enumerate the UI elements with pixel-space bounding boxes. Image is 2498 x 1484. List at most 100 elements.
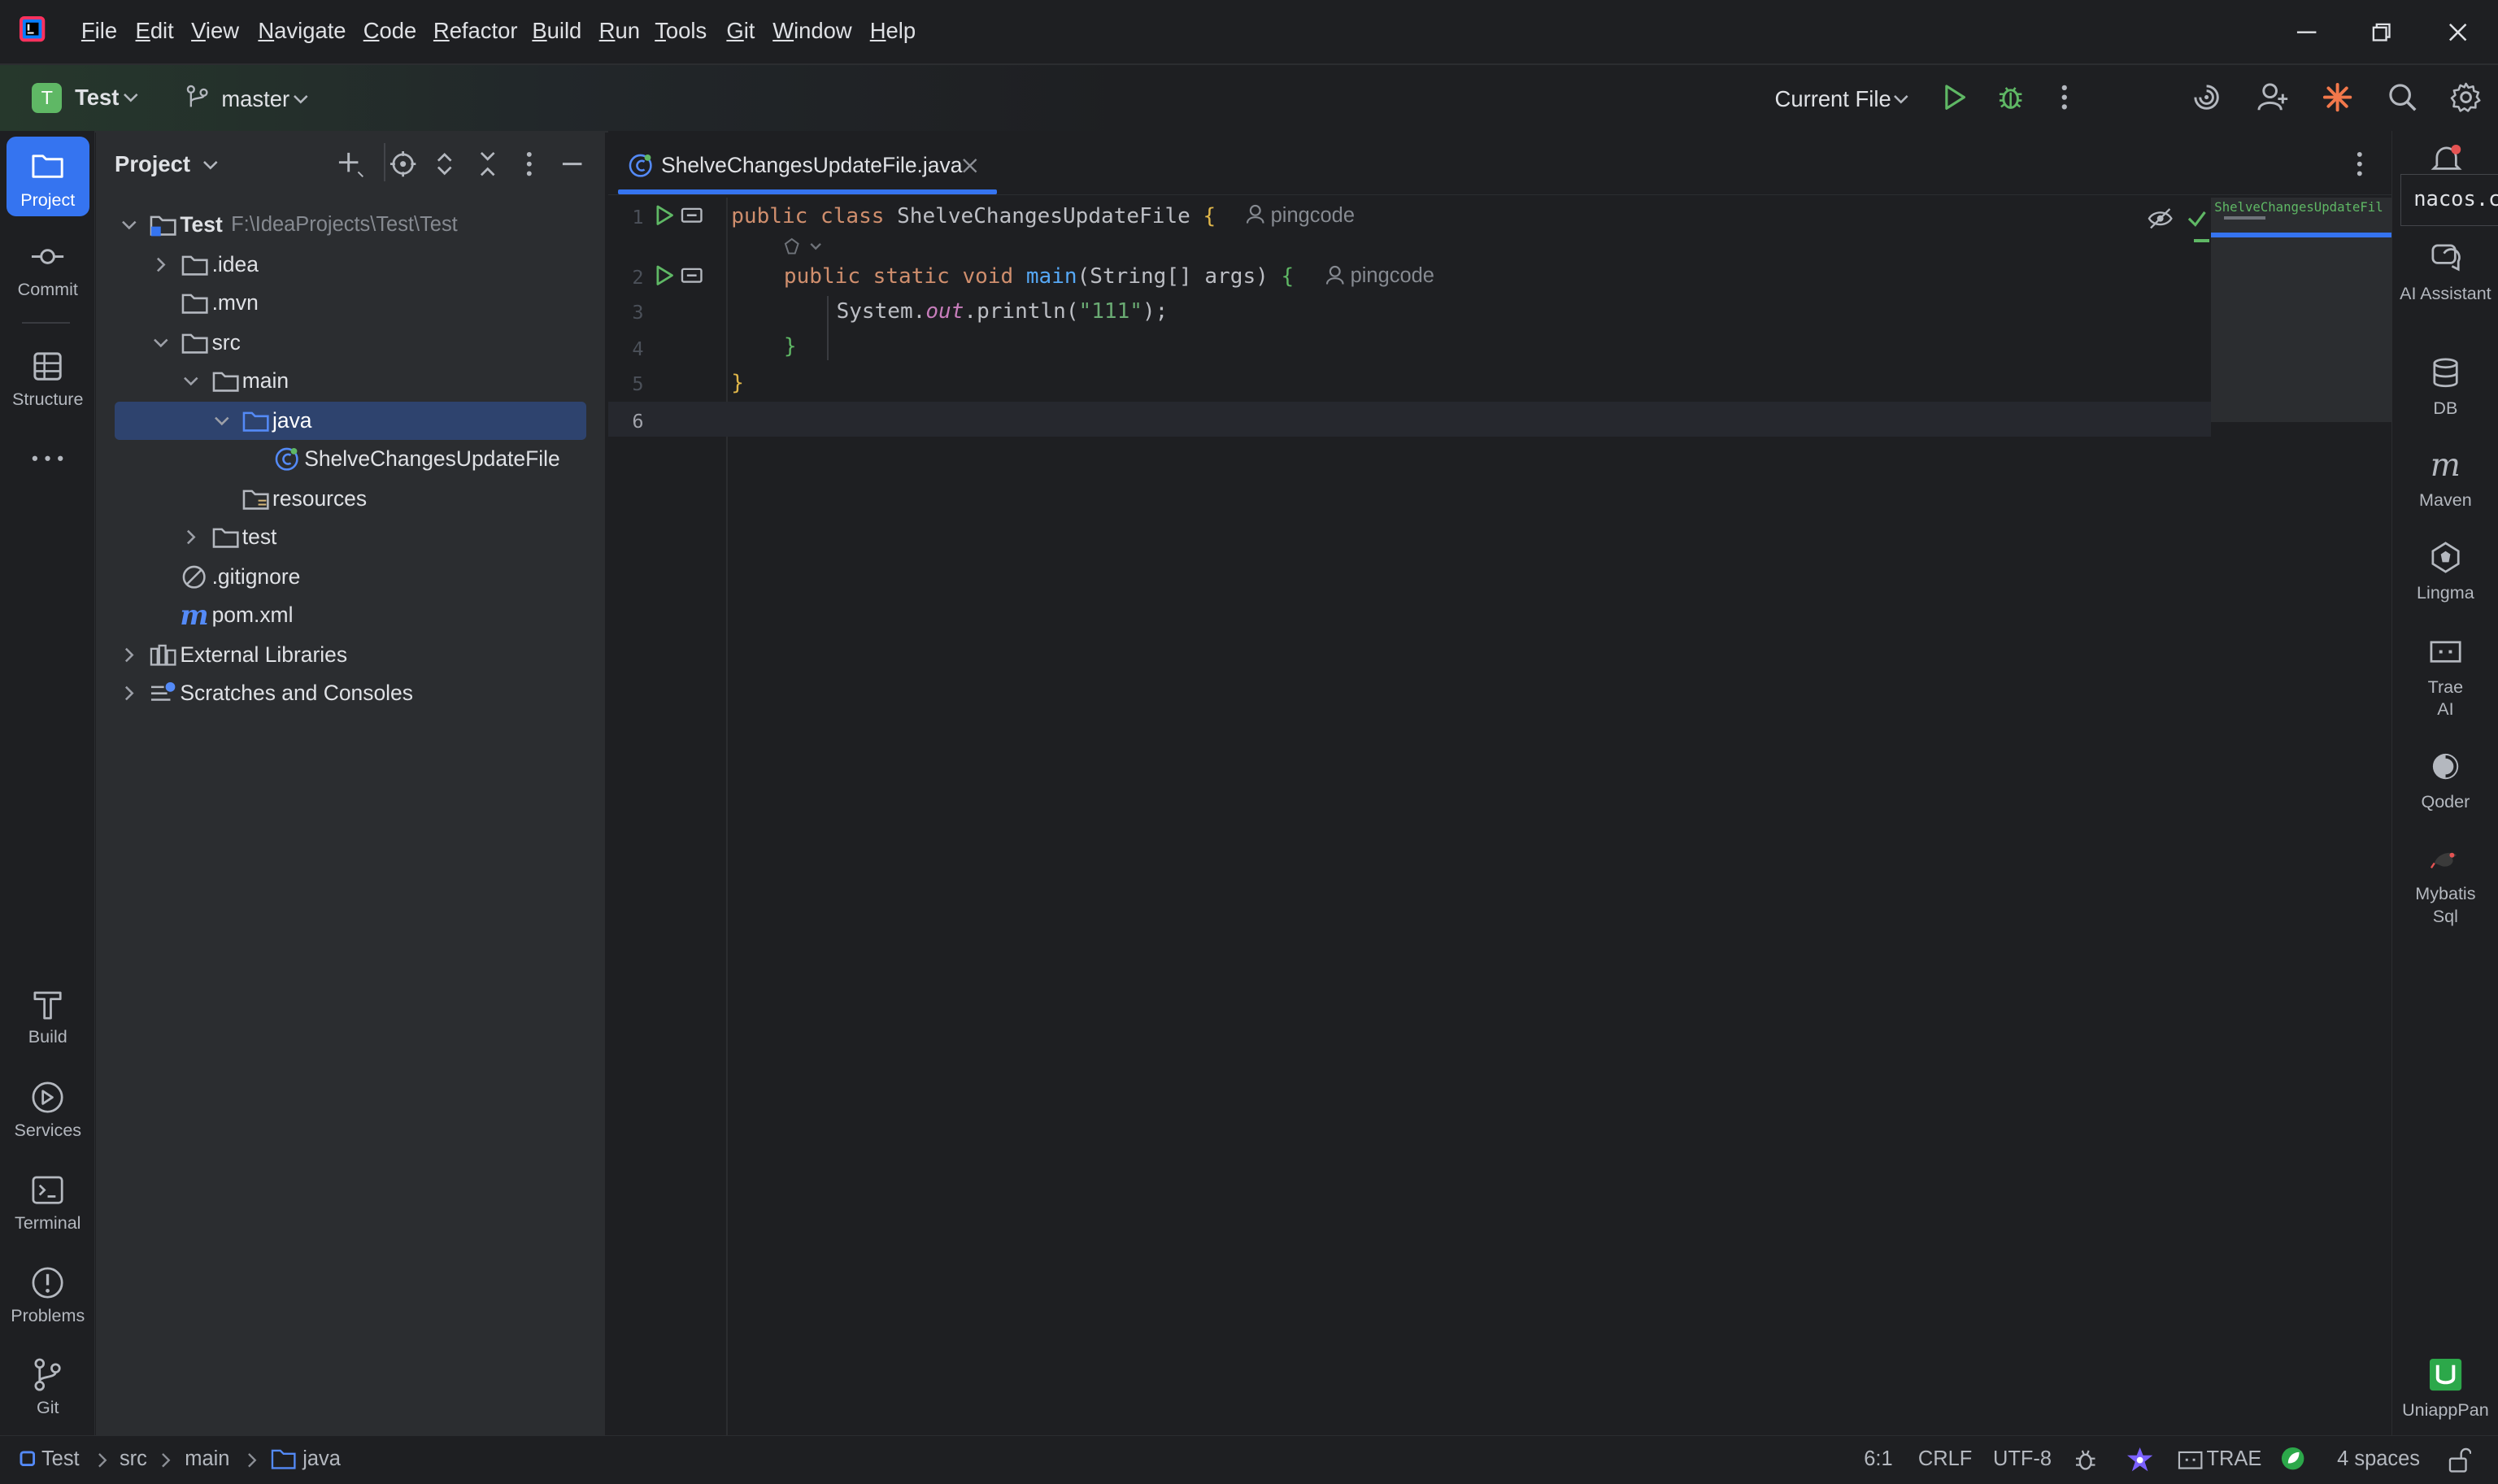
expand-all-icon[interactable] — [433, 150, 455, 178]
author-hint[interactable]: pingcode — [1325, 264, 1434, 288]
breadcrumb-item[interactable]: src — [120, 1447, 147, 1471]
chevron-right-icon[interactable] — [121, 674, 141, 712]
toolwindow-maven[interactable]: m Maven — [2392, 447, 2498, 511]
more-toolwindows-icon[interactable] — [30, 449, 65, 468]
menu-run[interactable]: Run — [599, 18, 640, 44]
settings-gear-icon[interactable] — [2450, 81, 2482, 113]
toolwindow-terminal[interactable]: Terminal — [7, 1173, 89, 1234]
ai-inline-hint-icon[interactable] — [782, 236, 824, 258]
run-icon[interactable] — [1940, 83, 1969, 111]
menu-code[interactable]: Code — [363, 18, 417, 44]
menu-navigate[interactable]: Navigate — [258, 18, 346, 44]
indent-setting[interactable]: 4 spaces — [2337, 1447, 2420, 1471]
author-hint[interactable]: pingcode — [1246, 204, 1355, 228]
menu-build[interactable]: Build — [532, 18, 581, 44]
toolwindow-trae-ai[interactable]: Trae AI — [2392, 634, 2498, 720]
tree-item-java[interactable]: java — [96, 402, 606, 440]
project-panel-title[interactable]: Project — [115, 151, 219, 177]
menu-git[interactable]: Git — [726, 18, 755, 44]
editor-tab[interactable]: ShelveChangesUpdateFile.java — [618, 140, 1000, 194]
toolwindow-qoder[interactable]: Qoder — [2392, 749, 2498, 812]
code-line-5[interactable]: } — [731, 371, 744, 395]
menu-tools[interactable]: Tools — [655, 18, 707, 44]
toolwindow-problems[interactable]: Problems — [7, 1265, 89, 1326]
hide-panel-icon[interactable] — [559, 150, 585, 178]
chevron-right-icon[interactable] — [121, 636, 141, 674]
breadcrumb-item[interactable]: java — [302, 1447, 341, 1471]
code-line-2[interactable]: public static void main(String[] args) { — [784, 264, 1294, 289]
intellij-logo-icon[interactable] — [18, 15, 46, 43]
implementations-gutter-icon[interactable] — [681, 264, 703, 286]
restore-icon[interactable] — [2369, 20, 2394, 45]
toolwindow-ai-assistant[interactable]: AI Assistant — [2392, 241, 2498, 304]
chevron-down-icon[interactable] — [121, 206, 141, 244]
new-file-icon[interactable] — [336, 150, 364, 178]
toolwindow-build[interactable]: Build — [7, 986, 89, 1047]
tab-options-icon[interactable] — [2352, 150, 2368, 178]
run-gutter-icon[interactable] — [653, 204, 675, 226]
toolwindow-uniapppan[interactable]: UniappPan — [2392, 1357, 2498, 1421]
tree-item-external-libraries[interactable]: External Libraries — [96, 636, 606, 674]
breadcrumb-item[interactable]: Test — [41, 1447, 80, 1471]
tree-item-pom[interactable]: m pom.xml — [96, 596, 606, 634]
more-actions-icon[interactable] — [2055, 83, 2074, 111]
debug-icon[interactable] — [1996, 83, 2025, 111]
implementations-gutter-icon[interactable] — [681, 204, 703, 226]
menu-edit[interactable]: Edit — [136, 18, 174, 44]
chevron-down-icon[interactable] — [153, 324, 172, 362]
tree-item-test-folder[interactable]: test — [96, 518, 606, 556]
tree-item-test[interactable]: Test F:\IdeaProjects\Test\Test — [96, 206, 606, 244]
file-encoding[interactable]: UTF-8 — [1993, 1447, 2052, 1471]
menu-refactor[interactable]: Refactor — [433, 18, 518, 44]
branch-switcher[interactable]: master — [178, 76, 321, 118]
reader-mode-eye-icon[interactable] — [2148, 207, 2173, 229]
tree-item-mvn[interactable]: .mvn — [96, 284, 606, 322]
menu-help[interactable]: Help — [870, 18, 916, 44]
close-tab-icon[interactable] — [960, 156, 980, 176]
menu-view[interactable]: View — [191, 18, 239, 44]
tree-item-resources[interactable]: resources — [96, 480, 606, 518]
code-line-4[interactable]: } — [784, 334, 797, 359]
project-switcher[interactable]: T Test — [22, 76, 150, 118]
tree-item-scratches[interactable]: Scratches and Consoles — [96, 674, 606, 712]
inspection-profile-icon[interactable] — [2074, 1447, 2096, 1473]
chevron-down-icon[interactable] — [214, 402, 233, 440]
toolwindow-db[interactable]: DB — [2392, 355, 2498, 419]
toolwindow-mybatis-sql[interactable]: Mybatis Sql — [2392, 841, 2498, 927]
trae-status[interactable]: TRAE — [2206, 1447, 2261, 1471]
notifications-bell-icon[interactable] — [2431, 143, 2462, 175]
menu-file[interactable]: File — [81, 18, 117, 44]
minimize-icon[interactable] — [2294, 20, 2319, 45]
toolwindow-lingma[interactable]: Lingma — [2392, 540, 2498, 603]
toolwindow-project[interactable]: Project — [6, 137, 89, 217]
caret-position[interactable]: 6:1 — [1864, 1447, 1892, 1471]
tree-item-gitignore[interactable]: .gitignore — [96, 558, 606, 596]
close-window-icon[interactable] — [2445, 20, 2470, 45]
toolwindow-commit[interactable]: Commit — [7, 239, 89, 300]
options-icon[interactable] — [521, 150, 537, 178]
ai-spark-icon[interactable] — [2322, 81, 2353, 113]
search-icon[interactable] — [2387, 81, 2418, 113]
chevron-right-icon[interactable] — [183, 518, 202, 556]
chevron-right-icon[interactable] — [153, 246, 172, 284]
code-line-3[interactable]: System.out.println("111"); — [837, 299, 1168, 324]
run-config-selector[interactable]: Current File — [1765, 76, 1918, 118]
tree-item-class[interactable]: ShelveChangesUpdateFile — [96, 440, 606, 478]
minimap[interactable]: ShelveChangesUpdateFil — [2211, 197, 2391, 423]
toolwindow-git[interactable]: Git — [7, 1357, 89, 1418]
toolwindow-services[interactable]: Services — [7, 1080, 89, 1141]
code-line-1[interactable]: public class ShelveChangesUpdateFile { — [731, 204, 1216, 228]
collapse-all-icon[interactable] — [477, 150, 498, 178]
locate-file-icon[interactable] — [389, 150, 417, 178]
unlock-icon[interactable] — [2448, 1447, 2471, 1473]
tree-item-main[interactable]: main — [96, 362, 606, 400]
breadcrumb-item[interactable]: main — [185, 1447, 229, 1471]
code-with-me-icon[interactable] — [2191, 81, 2222, 113]
chevron-down-icon[interactable] — [183, 362, 202, 400]
line-separator[interactable]: CRLF — [1918, 1447, 1972, 1471]
leaf-status-icon[interactable] — [2280, 1446, 2305, 1471]
run-gutter-icon[interactable] — [653, 264, 675, 286]
tree-item-idea[interactable]: .idea — [96, 246, 606, 284]
tree-item-src[interactable]: src — [96, 324, 606, 362]
plugin-star-icon[interactable] — [2126, 1446, 2154, 1474]
